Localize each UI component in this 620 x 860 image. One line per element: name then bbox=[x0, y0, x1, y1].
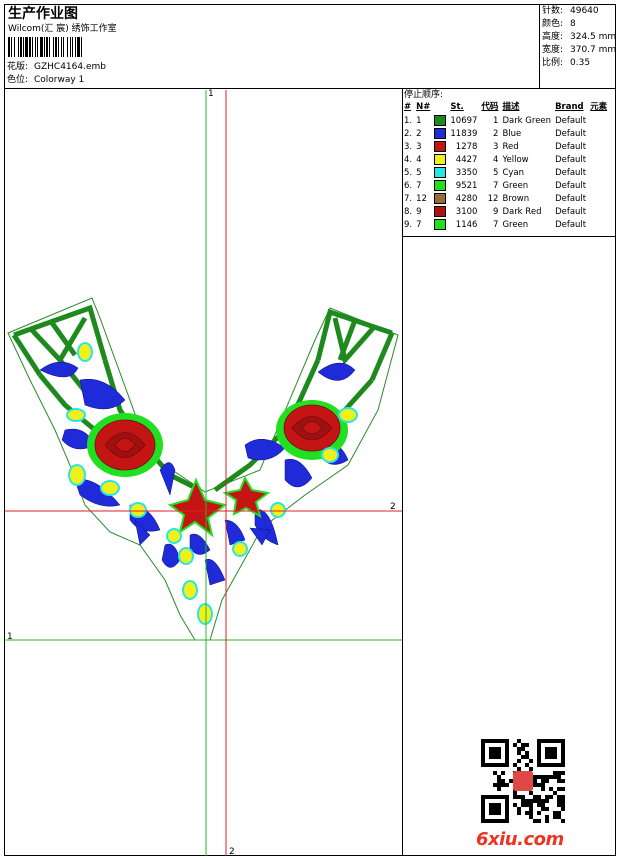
green-horizontal-axis-label: 1 bbox=[7, 632, 13, 642]
qr-code bbox=[481, 739, 565, 823]
red-vertical-axis-label: 2 bbox=[229, 847, 235, 857]
blue-leaves bbox=[39, 361, 356, 586]
watermark-logo: 6xiu.com bbox=[476, 829, 564, 850]
red-horizontal-axis-label: 2 bbox=[390, 502, 396, 512]
green-vertical-axis-label: 1 bbox=[208, 89, 214, 99]
embroidery-preview bbox=[5, 90, 402, 856]
